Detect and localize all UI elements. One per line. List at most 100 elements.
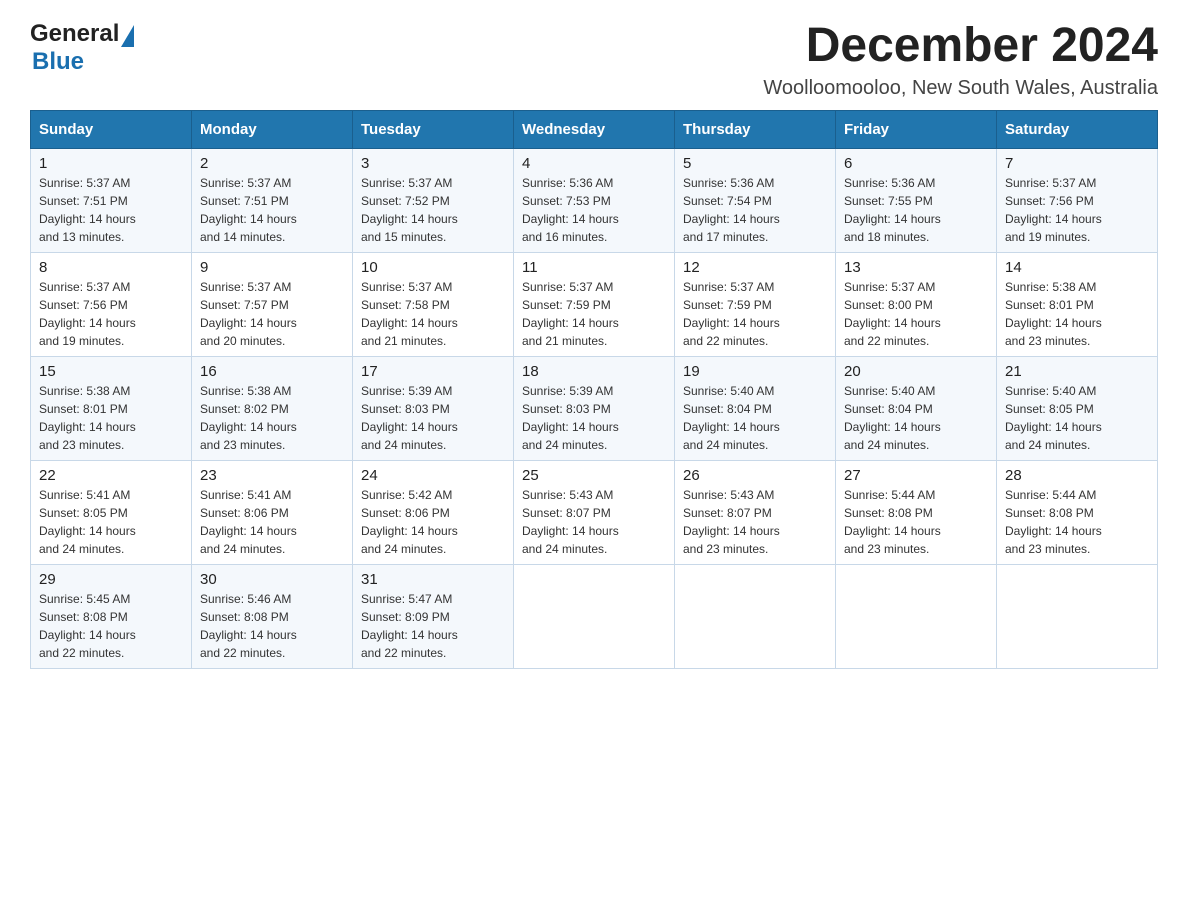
day-number: 7	[1005, 155, 1149, 172]
day-number: 27	[844, 467, 988, 484]
day-header-thursday: Thursday	[675, 110, 836, 148]
day-info: Sunrise: 5:47 AMSunset: 8:09 PMDaylight:…	[361, 592, 458, 660]
day-info: Sunrise: 5:41 AMSunset: 8:05 PMDaylight:…	[39, 488, 136, 556]
day-number: 4	[522, 155, 666, 172]
day-number: 29	[39, 571, 183, 588]
day-info: Sunrise: 5:37 AMSunset: 7:51 PMDaylight:…	[39, 176, 136, 244]
calendar-cell: 29 Sunrise: 5:45 AMSunset: 8:08 PMDaylig…	[31, 564, 192, 668]
day-info: Sunrise: 5:38 AMSunset: 8:02 PMDaylight:…	[200, 384, 297, 452]
calendar-cell: 6 Sunrise: 5:36 AMSunset: 7:55 PMDayligh…	[836, 148, 997, 252]
day-number: 12	[683, 259, 827, 276]
calendar-cell: 14 Sunrise: 5:38 AMSunset: 8:01 PMDaylig…	[997, 252, 1158, 356]
location-title: Woolloomooloo, New South Wales, Australi…	[763, 77, 1158, 100]
calendar-cell: 28 Sunrise: 5:44 AMSunset: 8:08 PMDaylig…	[997, 460, 1158, 564]
calendar-cell: 13 Sunrise: 5:37 AMSunset: 8:00 PMDaylig…	[836, 252, 997, 356]
calendar-cell: 4 Sunrise: 5:36 AMSunset: 7:53 PMDayligh…	[514, 148, 675, 252]
calendar-week-row: 1 Sunrise: 5:37 AMSunset: 7:51 PMDayligh…	[31, 148, 1158, 252]
day-number: 28	[1005, 467, 1149, 484]
calendar-cell: 19 Sunrise: 5:40 AMSunset: 8:04 PMDaylig…	[675, 356, 836, 460]
day-info: Sunrise: 5:36 AMSunset: 7:53 PMDaylight:…	[522, 176, 619, 244]
day-info: Sunrise: 5:42 AMSunset: 8:06 PMDaylight:…	[361, 488, 458, 556]
day-info: Sunrise: 5:36 AMSunset: 7:55 PMDaylight:…	[844, 176, 941, 244]
day-info: Sunrise: 5:44 AMSunset: 8:08 PMDaylight:…	[844, 488, 941, 556]
calendar-week-row: 8 Sunrise: 5:37 AMSunset: 7:56 PMDayligh…	[31, 252, 1158, 356]
day-header-friday: Friday	[836, 110, 997, 148]
logo-triangle-icon	[121, 25, 134, 47]
calendar-header-row: SundayMondayTuesdayWednesdayThursdayFrid…	[31, 110, 1158, 148]
calendar-cell: 27 Sunrise: 5:44 AMSunset: 8:08 PMDaylig…	[836, 460, 997, 564]
day-info: Sunrise: 5:38 AMSunset: 8:01 PMDaylight:…	[39, 384, 136, 452]
day-info: Sunrise: 5:37 AMSunset: 7:51 PMDaylight:…	[200, 176, 297, 244]
day-number: 23	[200, 467, 344, 484]
calendar-cell	[514, 564, 675, 668]
logo-blue-text: Blue	[32, 48, 84, 75]
calendar-cell: 16 Sunrise: 5:38 AMSunset: 8:02 PMDaylig…	[192, 356, 353, 460]
day-number: 21	[1005, 363, 1149, 380]
day-number: 17	[361, 363, 505, 380]
day-info: Sunrise: 5:37 AMSunset: 7:56 PMDaylight:…	[1005, 176, 1102, 244]
day-number: 22	[39, 467, 183, 484]
calendar-cell: 9 Sunrise: 5:37 AMSunset: 7:57 PMDayligh…	[192, 252, 353, 356]
day-info: Sunrise: 5:40 AMSunset: 8:05 PMDaylight:…	[1005, 384, 1102, 452]
day-info: Sunrise: 5:43 AMSunset: 8:07 PMDaylight:…	[683, 488, 780, 556]
day-info: Sunrise: 5:39 AMSunset: 8:03 PMDaylight:…	[361, 384, 458, 452]
day-number: 2	[200, 155, 344, 172]
day-number: 25	[522, 467, 666, 484]
calendar-cell: 20 Sunrise: 5:40 AMSunset: 8:04 PMDaylig…	[836, 356, 997, 460]
day-info: Sunrise: 5:38 AMSunset: 8:01 PMDaylight:…	[1005, 280, 1102, 348]
calendar-cell: 22 Sunrise: 5:41 AMSunset: 8:05 PMDaylig…	[31, 460, 192, 564]
day-info: Sunrise: 5:40 AMSunset: 8:04 PMDaylight:…	[844, 384, 941, 452]
day-info: Sunrise: 5:37 AMSunset: 7:59 PMDaylight:…	[683, 280, 780, 348]
calendar-cell: 21 Sunrise: 5:40 AMSunset: 8:05 PMDaylig…	[997, 356, 1158, 460]
day-number: 8	[39, 259, 183, 276]
day-number: 30	[200, 571, 344, 588]
day-number: 10	[361, 259, 505, 276]
day-number: 16	[200, 363, 344, 380]
calendar-cell: 30 Sunrise: 5:46 AMSunset: 8:08 PMDaylig…	[192, 564, 353, 668]
day-info: Sunrise: 5:37 AMSunset: 7:57 PMDaylight:…	[200, 280, 297, 348]
calendar-cell: 10 Sunrise: 5:37 AMSunset: 7:58 PMDaylig…	[353, 252, 514, 356]
calendar-table: SundayMondayTuesdayWednesdayThursdayFrid…	[30, 110, 1158, 669]
calendar-cell: 26 Sunrise: 5:43 AMSunset: 8:07 PMDaylig…	[675, 460, 836, 564]
day-number: 24	[361, 467, 505, 484]
day-info: Sunrise: 5:44 AMSunset: 8:08 PMDaylight:…	[1005, 488, 1102, 556]
day-number: 26	[683, 467, 827, 484]
calendar-cell	[675, 564, 836, 668]
day-number: 3	[361, 155, 505, 172]
page-header: General Blue December 2024 Woolloomooloo…	[30, 20, 1158, 100]
calendar-cell: 12 Sunrise: 5:37 AMSunset: 7:59 PMDaylig…	[675, 252, 836, 356]
title-block: December 2024 Woolloomooloo, New South W…	[763, 20, 1158, 100]
calendar-cell: 7 Sunrise: 5:37 AMSunset: 7:56 PMDayligh…	[997, 148, 1158, 252]
day-info: Sunrise: 5:37 AMSunset: 7:56 PMDaylight:…	[39, 280, 136, 348]
day-number: 9	[200, 259, 344, 276]
month-title: December 2024	[763, 20, 1158, 73]
day-info: Sunrise: 5:37 AMSunset: 8:00 PMDaylight:…	[844, 280, 941, 348]
day-number: 15	[39, 363, 183, 380]
logo: General Blue	[30, 20, 134, 76]
day-number: 11	[522, 259, 666, 276]
calendar-week-row: 15 Sunrise: 5:38 AMSunset: 8:01 PMDaylig…	[31, 356, 1158, 460]
day-info: Sunrise: 5:37 AMSunset: 7:59 PMDaylight:…	[522, 280, 619, 348]
calendar-cell: 31 Sunrise: 5:47 AMSunset: 8:09 PMDaylig…	[353, 564, 514, 668]
logo-general-text: General	[30, 20, 119, 48]
day-header-saturday: Saturday	[997, 110, 1158, 148]
calendar-cell: 18 Sunrise: 5:39 AMSunset: 8:03 PMDaylig…	[514, 356, 675, 460]
calendar-cell: 24 Sunrise: 5:42 AMSunset: 8:06 PMDaylig…	[353, 460, 514, 564]
calendar-cell: 11 Sunrise: 5:37 AMSunset: 7:59 PMDaylig…	[514, 252, 675, 356]
day-number: 19	[683, 363, 827, 380]
day-info: Sunrise: 5:40 AMSunset: 8:04 PMDaylight:…	[683, 384, 780, 452]
calendar-cell: 17 Sunrise: 5:39 AMSunset: 8:03 PMDaylig…	[353, 356, 514, 460]
day-info: Sunrise: 5:43 AMSunset: 8:07 PMDaylight:…	[522, 488, 619, 556]
day-header-sunday: Sunday	[31, 110, 192, 148]
day-header-wednesday: Wednesday	[514, 110, 675, 148]
day-number: 18	[522, 363, 666, 380]
day-info: Sunrise: 5:36 AMSunset: 7:54 PMDaylight:…	[683, 176, 780, 244]
day-header-monday: Monday	[192, 110, 353, 148]
day-number: 13	[844, 259, 988, 276]
day-info: Sunrise: 5:39 AMSunset: 8:03 PMDaylight:…	[522, 384, 619, 452]
calendar-cell: 15 Sunrise: 5:38 AMSunset: 8:01 PMDaylig…	[31, 356, 192, 460]
calendar-week-row: 22 Sunrise: 5:41 AMSunset: 8:05 PMDaylig…	[31, 460, 1158, 564]
calendar-cell: 3 Sunrise: 5:37 AMSunset: 7:52 PMDayligh…	[353, 148, 514, 252]
day-info: Sunrise: 5:45 AMSunset: 8:08 PMDaylight:…	[39, 592, 136, 660]
calendar-cell: 5 Sunrise: 5:36 AMSunset: 7:54 PMDayligh…	[675, 148, 836, 252]
